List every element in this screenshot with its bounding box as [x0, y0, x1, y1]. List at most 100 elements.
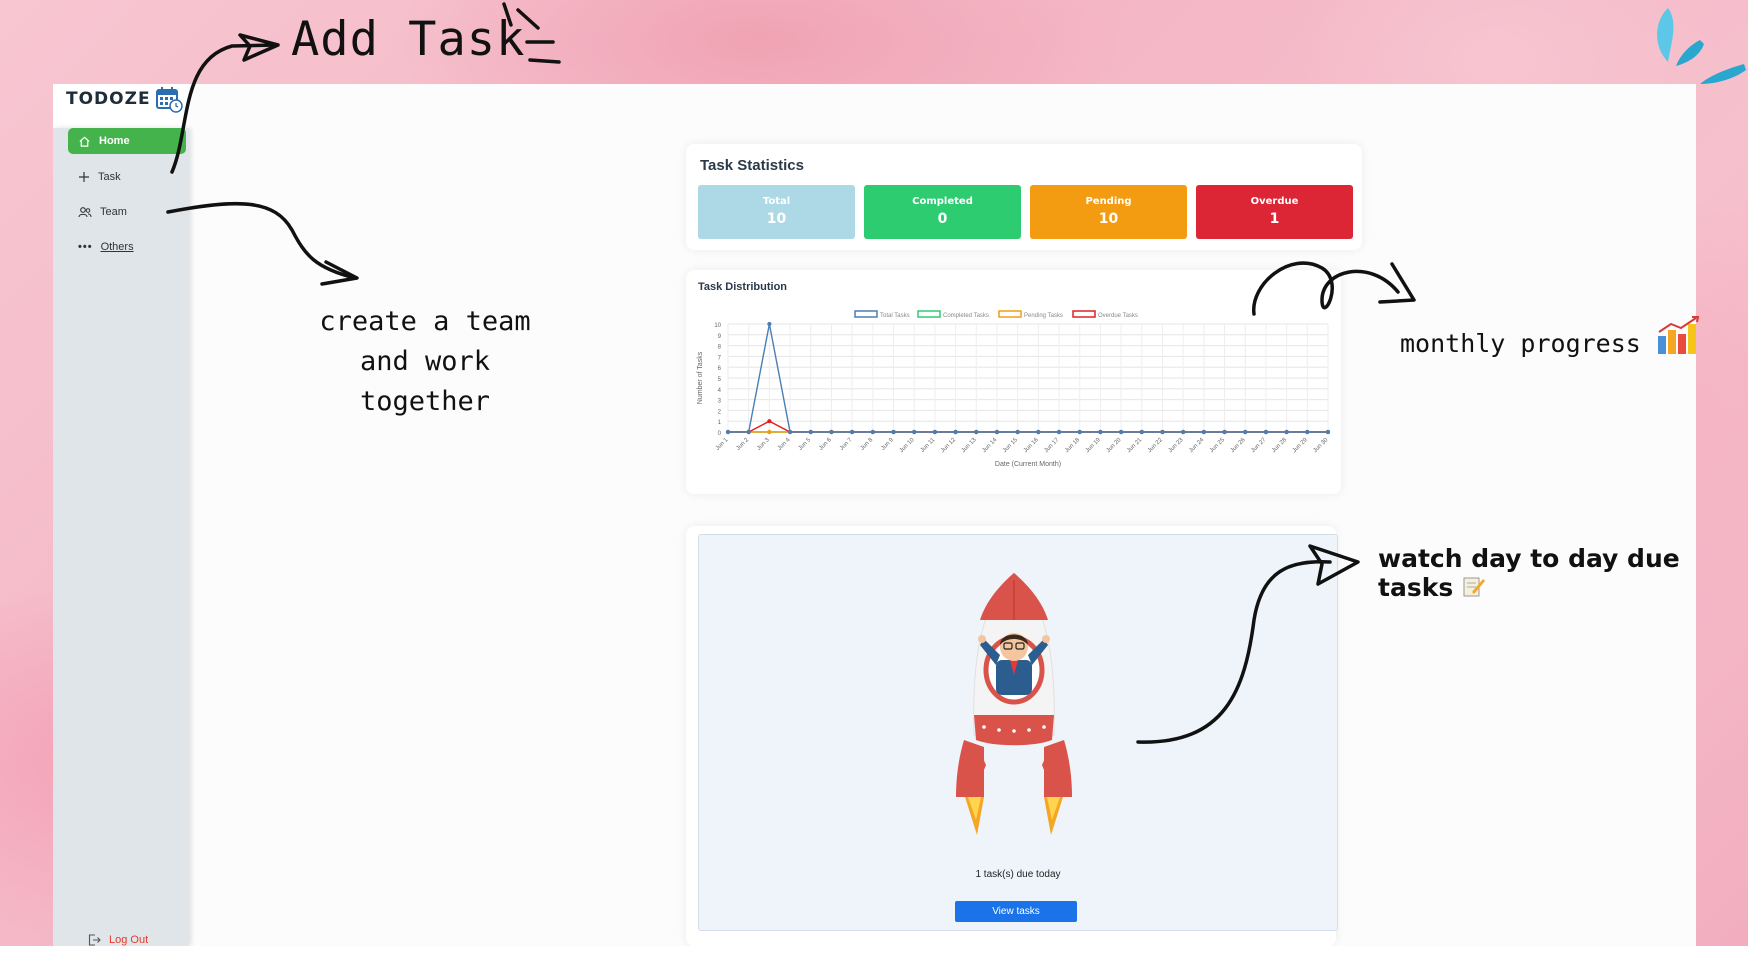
data-point	[974, 429, 979, 435]
task-statistics-card: Task Statistics Total 10 Completed 0 Pen…	[686, 144, 1362, 250]
legend-swatch	[854, 310, 878, 318]
x-tick-label: Jun 11	[920, 437, 937, 454]
y-tick-label: 5	[718, 377, 722, 383]
monthly-progress-text: monthly progress	[1400, 329, 1641, 358]
x-tick-label: Jun 5	[798, 437, 813, 452]
data-point	[1222, 429, 1227, 435]
stat-value: 10	[766, 211, 787, 227]
data-point	[1119, 429, 1124, 435]
data-point	[1325, 429, 1331, 435]
y-tick-label: 9	[718, 334, 722, 340]
x-tick-label: Jun 7	[839, 437, 854, 452]
data-point	[1139, 429, 1144, 435]
due-today-card: 1 task(s) due today View tasks	[686, 526, 1338, 946]
legend-entry: Total Tasks	[880, 313, 910, 319]
stat-overdue: Overdue 1	[1196, 185, 1353, 239]
series-line	[728, 420, 1328, 433]
data-point	[1201, 429, 1206, 435]
data-point	[746, 429, 751, 435]
team-annotation: create a team and work together	[290, 302, 560, 422]
y-tick-label: 6	[718, 366, 722, 372]
team-annotation-line2: and work together	[359, 346, 491, 417]
x-tick-label: Jun 3	[756, 437, 771, 452]
data-point	[767, 321, 772, 327]
data-point	[767, 419, 772, 424]
y-tick-label: 10	[714, 323, 721, 329]
due-today-text: 1 task(s) due today	[975, 869, 1061, 880]
x-tick-label: Jun 13	[961, 437, 978, 454]
data-point	[870, 429, 875, 435]
data-point	[1098, 429, 1103, 435]
sidebar-item-home[interactable]: Home	[68, 128, 186, 154]
data-point	[787, 429, 793, 435]
sidebar-item-label: Others	[100, 241, 134, 253]
sidebar-item-team[interactable]: Team	[68, 199, 186, 225]
plus-icon	[79, 172, 89, 182]
legend-entry: Completed Tasks	[943, 313, 989, 319]
more-icon: •••	[78, 241, 93, 253]
x-tick-label: Jun 26	[1230, 437, 1247, 454]
monthly-progress-annotation: monthly progress	[1400, 316, 1706, 358]
sidebar-item-label: Team	[100, 206, 127, 218]
logout-label: Log Out	[109, 934, 149, 946]
due-tasks-annotation: watch day to day due tasks	[1378, 544, 1748, 602]
x-tick-label: Jun 17	[1043, 437, 1060, 454]
x-tick-label: Jun 25	[1209, 437, 1226, 454]
sidebar-item-task[interactable]: Task	[68, 164, 186, 190]
y-tick-label: 3	[718, 399, 722, 405]
x-tick-label: Jun 27	[1250, 437, 1267, 454]
data-point	[767, 429, 772, 435]
data-point	[1160, 429, 1165, 435]
x-tick-label: Jun 1	[715, 437, 730, 452]
data-point	[808, 429, 813, 435]
logo-text: TODOZE	[66, 89, 151, 109]
stat-value: 10	[1098, 211, 1119, 227]
legend-swatch	[1072, 310, 1096, 318]
memo-emoji-icon	[1463, 577, 1485, 597]
rocket-illustration	[956, 572, 1072, 835]
logo: TODOZE	[66, 84, 183, 114]
sidebar-item-label: Home	[99, 135, 130, 147]
y-tick-label: 4	[718, 388, 722, 394]
y-axis-label: Number of Tasks	[697, 351, 704, 404]
data-point	[932, 429, 937, 435]
x-tick-label: Jun 2	[735, 437, 750, 452]
stat-label: Overdue	[1250, 196, 1299, 207]
x-tick-label: Jun 10	[899, 437, 916, 454]
x-tick-label: Jun 28	[1271, 437, 1288, 454]
x-tick-label: Jun 20	[1106, 437, 1123, 454]
stat-completed: Completed 0	[864, 185, 1021, 239]
data-point	[994, 429, 1000, 435]
stat-label: Pending	[1085, 196, 1132, 207]
legend-swatch	[998, 310, 1022, 318]
x-tick-label: Jun 14	[981, 437, 998, 454]
x-tick-label: Jun 18	[1064, 437, 1081, 454]
sidebar-item-others[interactable]: ••• Others	[68, 234, 186, 260]
task-distribution-card: Task Distribution 0 1 2 3 4 5 6 7 8 9 10 Jun 1 Jun 2…	[686, 270, 1341, 494]
data-point	[1243, 429, 1248, 435]
data-point	[1284, 429, 1289, 435]
data-point	[1036, 429, 1041, 435]
data-point	[1305, 429, 1310, 435]
y-tick-label: 7	[718, 355, 722, 361]
y-tick-label: 0	[718, 431, 722, 437]
x-tick-label: Jun 8	[860, 437, 875, 452]
data-point	[953, 429, 958, 435]
logout-button[interactable]: Log Out	[88, 934, 148, 946]
sidebar-item-label: Task	[98, 171, 121, 183]
stat-label: Completed	[912, 196, 973, 207]
data-point	[1263, 429, 1269, 435]
app-window: TODOZE Home Task Team ••• Others Log Out…	[53, 84, 1696, 946]
x-tick-label: Jun 16	[1023, 437, 1040, 454]
legend-swatch	[917, 310, 941, 318]
stat-label: Total	[762, 196, 791, 207]
x-tick-label: Jun 23	[1168, 437, 1185, 454]
stat-value: 1	[1269, 211, 1280, 227]
logout-icon	[88, 934, 101, 946]
team-annotation-line1: create a team	[319, 306, 531, 337]
x-axis-label: Date (Current Month)	[995, 461, 1061, 468]
view-tasks-button[interactable]: View tasks	[955, 901, 1077, 922]
x-tick-label: Jun 21	[1126, 437, 1143, 454]
data-point	[829, 429, 834, 435]
task-distribution-chart: 0 1 2 3 4 5 6 7 8 9 10 Jun 1 Jun 2 Jun 3 Jun 4 Jun 5 Jun…	[697, 310, 1331, 468]
